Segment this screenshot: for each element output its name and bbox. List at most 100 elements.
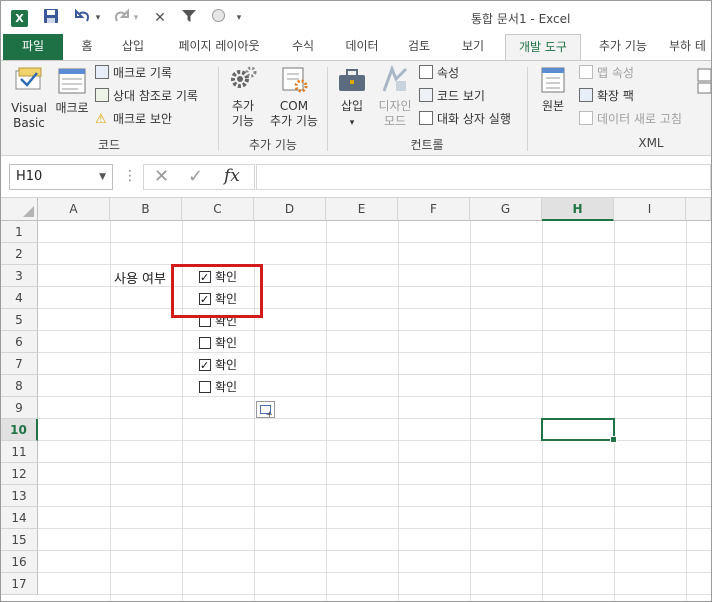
save-icon[interactable] — [41, 8, 61, 28]
tab-formulas[interactable]: 수식 — [283, 34, 323, 60]
row-header-12[interactable]: 12 — [1, 463, 38, 485]
run-dialog-button[interactable]: 대화 상자 실행 — [419, 109, 511, 129]
checkbox-row-8[interactable]: 확인 — [199, 378, 237, 396]
column-header-d[interactable]: D — [254, 198, 326, 221]
row-header-11[interactable]: 11 — [1, 441, 38, 463]
refresh-data-button[interactable]: 데이터 새로 고침 — [579, 109, 682, 129]
row-header-8[interactable]: 8 — [1, 375, 38, 397]
highlight-box — [171, 264, 263, 318]
column-header-h[interactable]: H — [542, 198, 614, 221]
addins-button[interactable]: 추가 기능 — [223, 65, 263, 129]
row-header-1[interactable]: 1 — [1, 221, 38, 243]
relative-reference-button[interactable]: 상대 참조로 기록 — [95, 86, 198, 106]
column-header-g[interactable]: G — [470, 198, 542, 221]
row-header-2[interactable]: 2 — [1, 243, 38, 265]
row-header-5[interactable]: 5 — [1, 309, 38, 331]
row-header-6[interactable]: 6 — [1, 331, 38, 353]
worksheet-grid[interactable]: A B C D E F G H I 1 2 3 4 5 6 7 8 9 10 1… — [1, 198, 711, 601]
column-header-e[interactable]: E — [326, 198, 398, 221]
tab-addins[interactable]: 추가 기능 — [589, 34, 657, 60]
view-code-button[interactable]: 코드 보기 — [419, 86, 485, 106]
design-mode-button[interactable]: 디자인 모드 — [375, 65, 415, 129]
more-options-icon[interactable]: ⋮ — [123, 168, 137, 184]
row-header-15[interactable]: 15 — [1, 529, 38, 551]
column-header-j[interactable] — [686, 198, 711, 221]
refresh-data-label: 데이터 새로 고침 — [597, 112, 682, 126]
xml-source-button[interactable]: 원본 — [533, 65, 573, 114]
name-box-dropdown-icon[interactable]: ▼ — [99, 165, 106, 189]
formula-input[interactable] — [256, 164, 711, 190]
insert-control-button[interactable]: 삽입 ▾ — [333, 65, 371, 131]
ribbon-developer: Visual Basic 매크로 매크로 기록 상대 참조로 기록 ⚠ 매크로 보… — [1, 60, 711, 156]
row-header-9[interactable]: 9 — [1, 397, 38, 419]
name-box[interactable]: H10 ▼ — [9, 164, 113, 190]
row-header-13[interactable]: 13 — [1, 485, 38, 507]
record-macro-label: 매크로 기록 — [113, 66, 173, 80]
paste-options-icon[interactable] — [256, 401, 275, 420]
gridline — [38, 330, 711, 331]
excel-logo-icon: X — [11, 10, 28, 27]
record-macro-button[interactable]: 매크로 기록 — [95, 63, 172, 83]
checkbox-checked-icon — [199, 357, 211, 375]
com-addins-button[interactable]: COM 추가 기능 — [265, 65, 323, 129]
macro-security-button[interactable]: ⚠ 매크로 보안 — [95, 109, 172, 129]
tab-page-layout[interactable]: 페이지 레이아웃 — [169, 34, 269, 60]
gridline — [110, 221, 111, 601]
group-separator — [527, 67, 528, 151]
column-header-a[interactable]: A — [38, 198, 110, 221]
view-code-label: 코드 보기 — [437, 89, 485, 103]
import-icon[interactable] — [697, 65, 711, 99]
row-header-3[interactable]: 3 — [1, 265, 38, 287]
column-header-b[interactable]: B — [110, 198, 182, 221]
row-header-17[interactable]: 17 — [1, 573, 38, 595]
gridline — [542, 221, 543, 601]
properties-button[interactable]: 속성 — [419, 63, 459, 83]
expansion-pack-button[interactable]: 확장 팩 — [579, 86, 634, 106]
expansion-pack-label: 확장 팩 — [597, 89, 634, 103]
group-label-xml: XML — [638, 136, 664, 150]
circle-icon[interactable] — [209, 8, 227, 28]
close-x-icon[interactable]: ✕ — [151, 8, 169, 28]
tab-file[interactable]: 파일 — [3, 34, 63, 60]
redo-icon[interactable] — [111, 8, 131, 28]
column-header-i[interactable]: I — [614, 198, 686, 221]
tab-developer[interactable]: 개발 도구 — [505, 34, 581, 61]
cell-b3-label[interactable]: 사용 여부 — [114, 268, 166, 287]
enter-icon[interactable]: ✓ — [188, 166, 203, 187]
tab-load-test[interactable]: 부하 테 — [669, 34, 711, 60]
group-separator — [327, 67, 328, 151]
toolbox-icon — [339, 69, 365, 91]
tab-view[interactable]: 보기 — [453, 34, 493, 60]
checkbox-unchecked-icon — [199, 381, 211, 393]
tab-insert[interactable]: 삽입 — [113, 34, 153, 60]
cancel-icon[interactable]: ✕ — [154, 166, 169, 187]
redo-dropdown-icon[interactable]: ▾ — [131, 8, 141, 28]
macro-button[interactable]: 매크로 — [53, 65, 91, 116]
tab-data[interactable]: 데이터 — [337, 34, 387, 60]
formula-bar: H10 ▼ ⋮ ✕ ✓ fx — [1, 156, 711, 198]
gridline — [38, 550, 711, 551]
row-header-16[interactable]: 16 — [1, 551, 38, 573]
map-properties-button[interactable]: 맵 속성 — [579, 63, 634, 83]
column-header-c[interactable]: C — [182, 198, 254, 221]
column-header-f[interactable]: F — [398, 198, 470, 221]
gridline — [38, 352, 711, 353]
checkbox-row-7[interactable]: 확인 — [199, 356, 237, 375]
tab-home[interactable]: 홈 — [71, 34, 103, 60]
undo-dropdown-icon[interactable]: ▾ — [93, 8, 103, 28]
record-macro-icon — [95, 65, 109, 79]
gridline — [398, 221, 399, 601]
tab-review[interactable]: 검토 — [399, 34, 439, 60]
customize-dropdown-icon[interactable]: ▾ — [233, 8, 245, 28]
selected-cell-h10[interactable] — [541, 418, 617, 443]
row-header-4[interactable]: 4 — [1, 287, 38, 309]
visual-basic-button[interactable]: Visual Basic — [7, 65, 51, 131]
checkbox-row-6[interactable]: 확인 — [199, 334, 237, 352]
undo-icon[interactable] — [73, 8, 93, 28]
filter-icon[interactable] — [179, 8, 199, 28]
select-all-button[interactable] — [1, 198, 38, 221]
row-header-10[interactable]: 10 — [1, 419, 38, 441]
row-header-14[interactable]: 14 — [1, 507, 38, 529]
row-header-7[interactable]: 7 — [1, 353, 38, 375]
insert-function-button[interactable]: fx — [224, 166, 240, 186]
